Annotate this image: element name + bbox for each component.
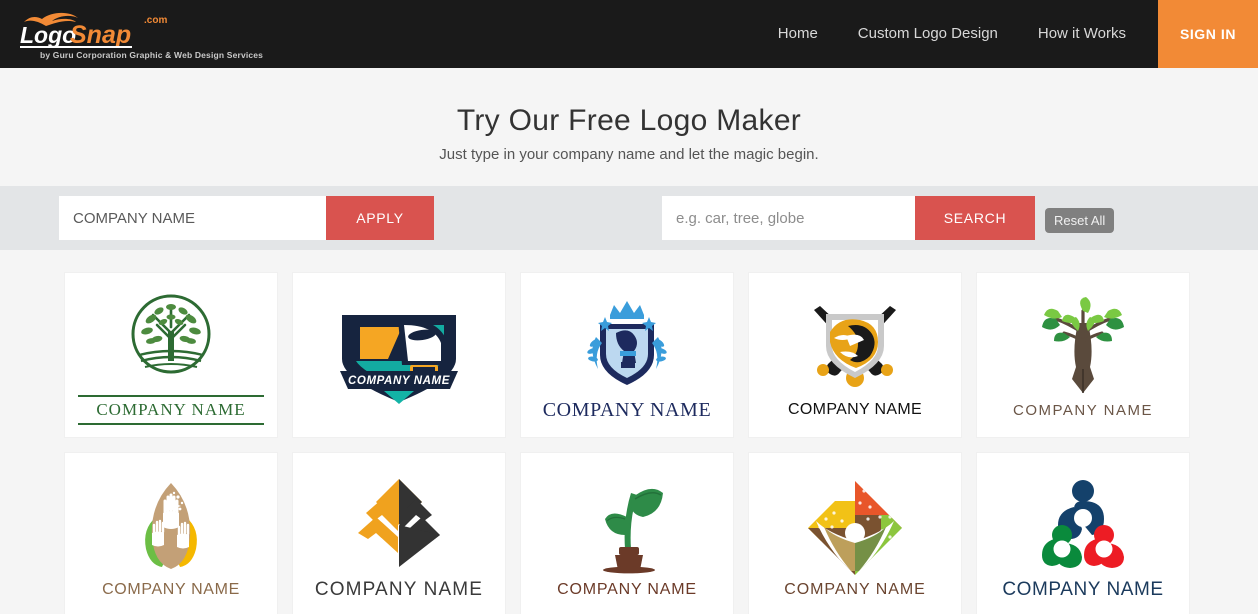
site-header: Logo Snap .com by Guru Corporation Graph… [0,0,1258,68]
chess-knight-crown-shield-icon [572,289,682,397]
logo-card-tree-circle[interactable]: COMPANY NAME [64,272,278,438]
logo-card-label: COMPANY NAME [1013,401,1153,419]
logo-card-label: COMPANY NAME [788,401,922,418]
logo-card-tree-pen[interactable]: COMPANY NAME [976,272,1190,438]
three-linked-people-icon [1028,469,1138,577]
brand-logo[interactable]: Logo Snap .com by Guru Corporation Graph… [0,9,264,60]
logo-card-hands-leaves[interactable]: COMPANY NAME [64,452,278,614]
logosnap-wordmark-icon: Logo Snap .com [20,12,167,49]
logo-card-label: COMPANY NAME [78,395,264,425]
four-quadrant-diamond-person-icon [798,471,913,579]
company-name-input[interactable] [59,196,326,240]
logo-card-train-shield[interactable]: COMPANY NAME [292,272,506,438]
eagle-crossed-sticks-icon [790,291,920,399]
logo-card-label: COMPANY NAME [314,579,484,600]
nav-home[interactable]: Home [750,0,838,68]
logo-card-label: COMPANY NAME [784,581,926,598]
sign-in-button[interactable]: SIGN IN [1157,0,1258,68]
logo-card-pyramid-diamond[interactable]: COMPANY NAME [292,452,506,614]
three-hands-leaves-icon [116,471,226,579]
brand-tagline: by Guru Corporation Graphic & Web Design… [40,49,264,60]
keyword-search-group: SEARCH [662,196,1035,240]
nav-custom-logo-design[interactable]: Custom Logo Design [838,0,1018,68]
logo-card-sprout-pot[interactable]: COMPANY NAME [520,452,734,614]
tree-pen-icon [1028,292,1138,400]
svg-text:.com: .com [144,15,167,26]
logo-results-grid: COMPANY NAME COMPANY NAME COMPANY NAME C… [64,272,1190,614]
logo-card-label: COMPANY NAME [102,581,240,598]
reset-all-button[interactable]: Reset All [1045,208,1115,233]
logo-card-chess-knight-shield[interactable]: COMPANY NAME [520,272,734,438]
sprout-in-pot-icon [577,471,677,579]
logo-card-label: COMPANY NAME [542,398,712,421]
logo-card-label: COMPANY NAME [557,581,697,598]
pyramid-diamond-icon [342,469,457,577]
logo-card-three-people[interactable]: COMPANY NAME [976,452,1190,614]
company-name-group: APPLY [59,196,434,240]
hero-section: Try Our Free Logo Maker Just type in you… [0,68,1258,163]
logo-card-eagle-hockey[interactable]: COMPANY NAME [748,272,962,438]
svg-text:Snap: Snap [70,21,131,49]
train-shield-icon: COMPANY NAME [324,301,474,409]
keyword-search-input[interactable] [662,196,915,240]
nav-how-it-works[interactable]: How it Works [1018,0,1146,68]
search-button[interactable]: SEARCH [915,196,1035,240]
svg-text:Logo: Logo [20,22,76,48]
svg-text:COMPANY NAME: COMPANY NAME [348,375,450,387]
page-subtitle: Just type in your company name and let t… [439,146,819,163]
page-title: Try Our Free Logo Maker [456,104,802,137]
logo-card-label: COMPANY NAME [1002,579,1164,600]
tree-in-circle-icon [121,285,221,393]
logo-card-diamond-quadrants[interactable]: COMPANY NAME [748,452,962,614]
main-navigation: Home Custom Logo Design How it Works SIG… [750,0,1258,68]
apply-button[interactable]: APPLY [326,196,434,240]
search-toolbar: APPLY SEARCH Reset All [0,186,1258,250]
